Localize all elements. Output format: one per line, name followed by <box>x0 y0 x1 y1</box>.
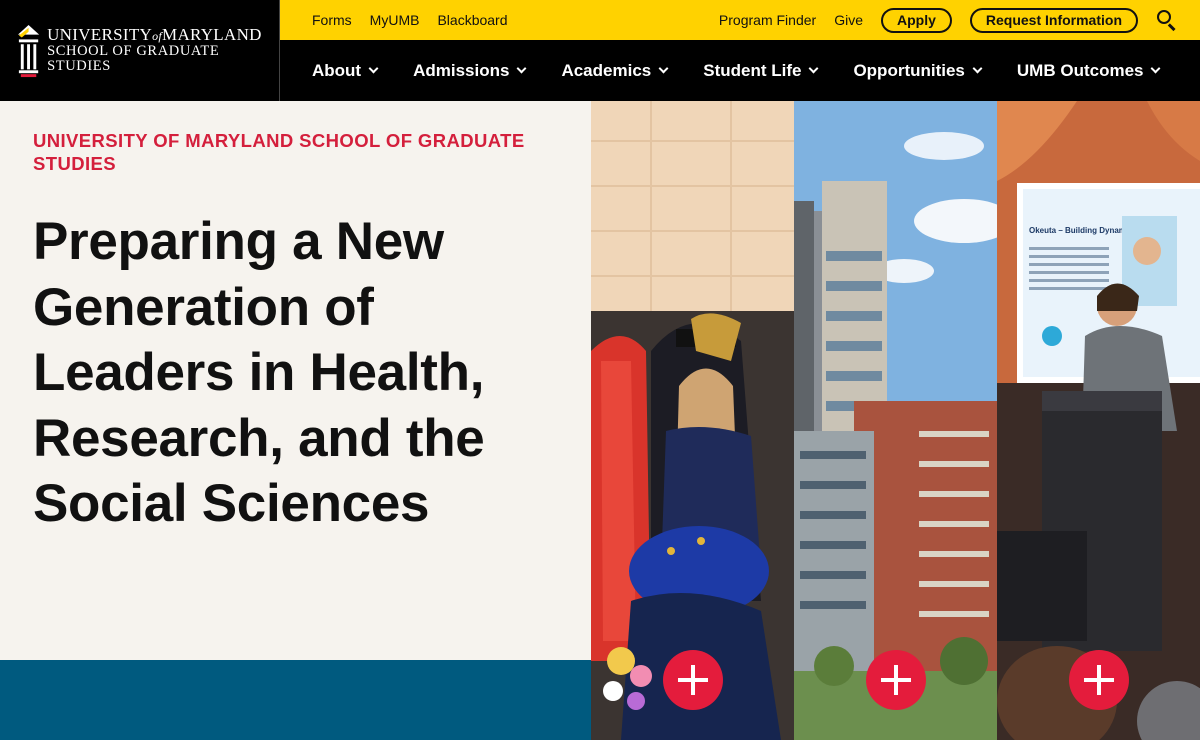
nav-umb-outcomes[interactable]: UMB Outcomes <box>1017 61 1161 81</box>
nav-academics[interactable]: Academics <box>561 61 669 81</box>
chevron-down-icon <box>658 63 669 74</box>
campus-photo <box>794 101 997 740</box>
umb-logo-icon <box>17 24 40 77</box>
search-icon[interactable] <box>1156 9 1178 31</box>
link-blackboard[interactable]: Blackboard <box>437 12 507 28</box>
slide-title: Okeuta – Building Dynamic <box>1029 226 1133 235</box>
hero-headline: Preparing a New Generation of Leaders in… <box>33 212 485 533</box>
plus-icon[interactable] <box>866 650 926 710</box>
chevron-down-icon <box>368 63 379 74</box>
main-nav: About Admissions Academics Student Life … <box>281 40 1200 101</box>
logo-school-name: School of Graduate Studies <box>47 43 220 75</box>
link-myumb[interactable]: MyUMB <box>370 12 420 28</box>
chevron-down-icon <box>972 63 983 74</box>
photo-panel-graduation[interactable] <box>591 101 794 740</box>
apply-button[interactable]: Apply <box>880 7 952 33</box>
photo-panel-presentation[interactable]: Okeuta – Building Dynamic <box>997 101 1200 740</box>
chevron-down-icon <box>517 63 527 74</box>
photo-panel-campus[interactable] <box>794 101 997 740</box>
graduation-photo <box>591 101 794 740</box>
link-give[interactable]: Give <box>834 12 863 28</box>
nav-student-life[interactable]: Student Life <box>703 61 819 81</box>
link-program-finder[interactable]: Program Finder <box>719 12 816 28</box>
nav-about[interactable]: About <box>312 61 379 81</box>
plus-icon[interactable] <box>1069 650 1129 710</box>
nav-opportunities[interactable]: Opportunities <box>853 61 983 81</box>
hero-blue-band <box>0 660 591 740</box>
logo-university-name: UniversityofMaryland <box>47 25 262 45</box>
plus-icon[interactable] <box>663 650 723 710</box>
hero-eyebrow: University of Maryland School of Graduat… <box>33 130 525 174</box>
presentation-photo: Okeuta – Building Dynamic <box>997 101 1200 740</box>
utility-bar: Forms MyUMB Blackboard Program Finder Gi… <box>280 0 1200 40</box>
hero-text-block: University of Maryland School of Graduat… <box>0 101 591 660</box>
chevron-down-icon <box>1151 63 1161 74</box>
link-forms[interactable]: Forms <box>312 12 352 28</box>
site-logo[interactable]: UniversityofMaryland School of Graduate … <box>0 0 280 101</box>
chevron-down-icon <box>809 63 819 74</box>
request-information-button[interactable]: Request Information <box>969 7 1138 33</box>
nav-admissions[interactable]: Admissions <box>413 61 527 81</box>
